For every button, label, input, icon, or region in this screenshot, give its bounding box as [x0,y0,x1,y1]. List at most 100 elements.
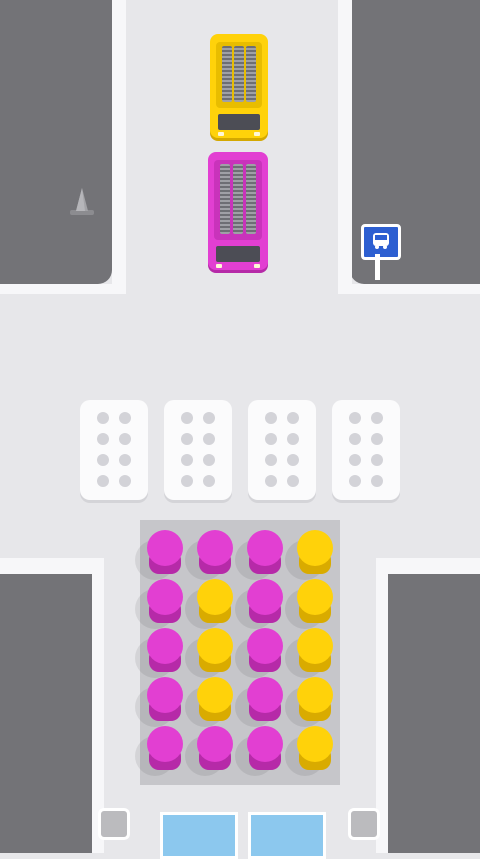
seat-slot [287,475,299,487]
seat-slot [181,412,193,424]
passenger-head [297,726,333,762]
entrance-window [160,812,238,859]
passenger-head [247,579,283,615]
seat-slot [349,433,361,445]
seat-slot [119,475,131,487]
ground-block-top-left [0,0,112,284]
seat-slot [97,454,109,466]
passenger-pink[interactable] [135,726,185,776]
passenger-yellow[interactable] [285,530,335,580]
passenger-head [147,628,183,664]
bus-stop-sign-icon [361,224,401,260]
curb [112,0,126,294]
seat-slot [371,454,383,466]
curb [338,284,480,294]
passenger-head [147,530,183,566]
passenger-head [197,677,233,713]
passenger-head [297,530,333,566]
passenger-head [197,530,233,566]
passenger-head [297,677,333,713]
passenger-pink[interactable] [185,726,235,776]
seat-slot [97,475,109,487]
passenger-head [247,726,283,762]
seat-slot [119,433,131,445]
passenger-yellow[interactable] [185,628,235,678]
passenger-head [297,579,333,615]
bus-roof-vent [246,164,256,234]
seat-slot [265,412,277,424]
seating-pad [80,400,148,500]
passenger-head [247,677,283,713]
passenger-yellow[interactable] [285,628,335,678]
bus-roof-vent [220,164,230,234]
seating-pad [164,400,232,500]
bus-windshield [218,114,260,130]
passenger-pink[interactable] [235,677,285,727]
passenger-head [247,530,283,566]
seating-pad [248,400,316,500]
seat-slot [181,454,193,466]
seating-pad [332,400,400,500]
seat-slot [287,433,299,445]
seat-slot [97,412,109,424]
seat-slot [97,433,109,445]
seat-slot [371,412,383,424]
passenger-pink[interactable] [135,530,185,580]
seat-slot [349,475,361,487]
bus-windshield [216,246,260,262]
ground-block-bottom-right [388,574,480,853]
curb [0,558,104,574]
passenger-pink[interactable] [135,628,185,678]
passenger-head [147,579,183,615]
passenger-yellow[interactable] [285,677,335,727]
passenger-head [147,726,183,762]
passenger-head [297,628,333,664]
seat-slot [287,412,299,424]
seat-slot [181,475,193,487]
ground-block-bottom-left [0,574,92,853]
bus-headlight [254,264,260,268]
seat-slot [119,454,131,466]
bus-headlight [218,132,224,136]
traffic-cone-icon [70,188,94,215]
passenger-head [147,677,183,713]
passenger-head [197,726,233,762]
seat-slot [265,433,277,445]
seat-slot [287,454,299,466]
sign-pole [375,254,380,280]
passenger-yellow[interactable] [285,579,335,629]
seat-slot [203,412,215,424]
bus-roof-vent [233,164,243,234]
passenger-head [197,628,233,664]
bus-headlight [216,264,222,268]
seat-slot [119,412,131,424]
seat-slot [203,454,215,466]
curb [338,0,352,294]
curb [376,558,480,574]
passenger-pink[interactable] [185,530,235,580]
passenger-pink[interactable] [135,677,185,727]
seat-slot [265,454,277,466]
bus-roof-vent [222,46,232,102]
passenger-yellow[interactable] [285,726,335,776]
passenger-pink[interactable] [235,530,285,580]
passenger-yellow[interactable] [185,677,235,727]
passenger-pink[interactable] [235,726,285,776]
seat-slot [265,475,277,487]
seat-slot [203,475,215,487]
bus-headlight [254,132,260,136]
curb [0,284,118,294]
seat-slot [181,433,193,445]
bus-pink[interactable] [208,152,268,270]
entrance-post [348,808,380,840]
passenger-pink[interactable] [235,628,285,678]
bus-roof-vent [246,46,256,102]
bus-roof-vent [234,46,244,102]
passenger-yellow[interactable] [185,579,235,629]
passenger-head [197,579,233,615]
bus-yellow[interactable] [210,34,268,138]
passenger-pink[interactable] [135,579,185,629]
seat-slot [203,433,215,445]
seat-slot [371,433,383,445]
passenger-pink[interactable] [235,579,285,629]
